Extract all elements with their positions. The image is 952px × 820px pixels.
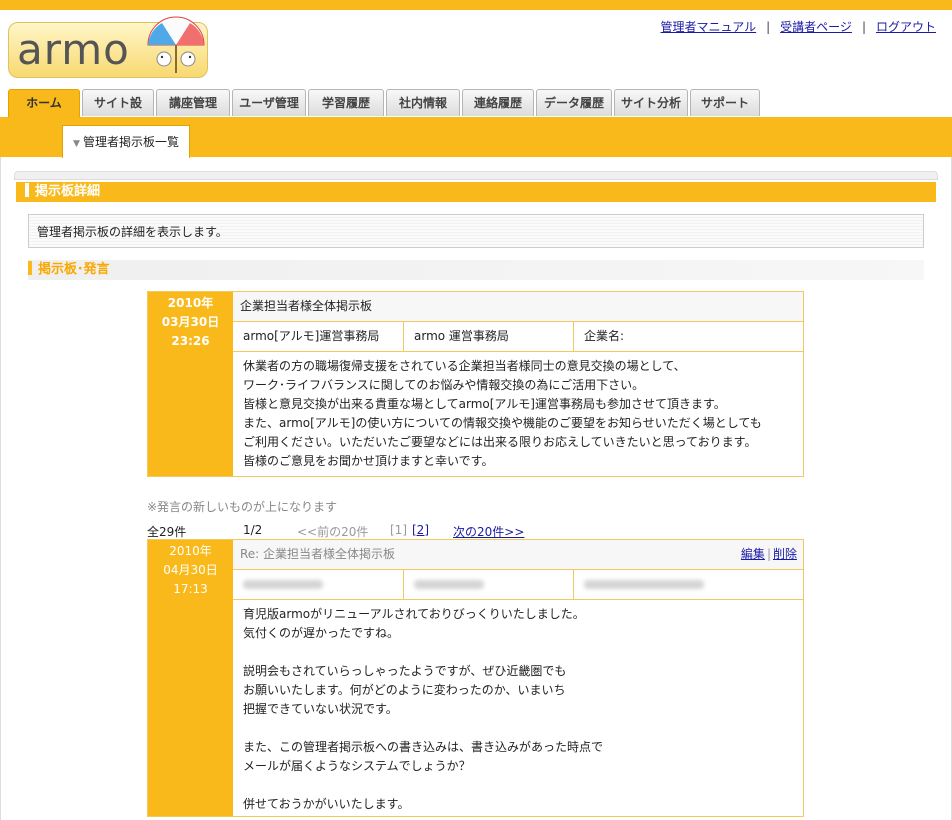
post-date-time: 23:26: [171, 334, 210, 348]
tab-support[interactable]: サポート: [690, 89, 760, 116]
tab-company-info[interactable]: 社内情報: [386, 89, 460, 116]
post-date-year: 2010年: [167, 296, 214, 310]
triangle-down-icon: ▼: [73, 139, 80, 149]
reply-date: 2010年 04月30日 17:13: [148, 540, 233, 816]
reply-body-line: メールが届くようなシステムでしょうか？: [243, 759, 471, 773]
link-separator: |: [861, 20, 866, 34]
reply-body: 育児版armoがリニューアルされておりびっくりいたしました。 気付くのが遅かった…: [233, 600, 803, 820]
tab-course-management[interactable]: 講座管理: [156, 89, 230, 116]
reply-title-row: Re: 企業担当者様全体掲示板 編集 | 削除: [233, 540, 803, 570]
page-1: [1]: [390, 523, 407, 537]
reply-body-line: また、この管理者掲示板への書き込みは、書き込みがあった時点で: [243, 740, 604, 754]
post-body-line: 皆様のご意見をお聞かせ頂けますと幸いです。: [243, 454, 494, 468]
admin-manual-link[interactable]: 管理者マニュアル: [660, 20, 756, 34]
post-author: armo[アルモ]運営事務局: [233, 322, 404, 351]
reply-body-line: [243, 719, 793, 738]
link-separator: |: [766, 20, 771, 34]
sub-section-header: 掲示板･発言: [28, 260, 924, 280]
section-title: 掲示板詳細: [35, 184, 101, 199]
heading-mark: [25, 183, 29, 197]
reply-title: Re: 企業担当者様全体掲示板: [240, 547, 396, 561]
post-body-line: ワーク･ライフバランスに関してのお悩みや情報交換の為にご活用下さい。: [243, 378, 645, 392]
tab-learning-history[interactable]: 学習履歴: [308, 89, 384, 116]
tab-site-settings[interactable]: サイト設定: [82, 89, 154, 136]
reply-body-line: 説明会もされていらっしゃったようですが、ぜひ近畿圏でも: [243, 664, 567, 678]
page-indicator: 1/2: [243, 523, 263, 537]
reply-name-redacted: [404, 570, 574, 599]
content-top-stripe: [14, 171, 938, 180]
post-body-line: ご利用ください。いただいたご要望などには出来る限りお応えしていきたいと思っており…: [243, 435, 757, 449]
reply-body-line: 併せておうかがいいたします。: [243, 797, 410, 811]
main-nav-tabs: ホーム サイト設定 講座管理 ユーザ管理 学習履歴 社内情報 連絡履歴 データ履…: [8, 89, 762, 136]
logo-text: armo: [17, 25, 130, 74]
sort-note: ※発言の新しいものが上になります: [147, 500, 338, 514]
subtab-label: 管理者掲示板一覧: [82, 135, 179, 149]
post-name: armo 運営事務局: [404, 322, 574, 351]
reply-body-line: [243, 643, 793, 662]
delete-link[interactable]: 削除: [773, 547, 797, 561]
post-body-line: 休業者の方の職場復帰支援をされている企業担当者様同士の意見交換の場として、: [243, 359, 686, 373]
reply-date-time: 17:13: [173, 582, 208, 596]
board-post: 2010年 03月30日 23:26 企業担当者様全体掲示板 armo[アルモ]…: [147, 291, 804, 477]
reply-body-line: 把握できていない状況です。: [243, 702, 398, 716]
post-company: 企業名:: [584, 329, 625, 343]
reply-meta-row: [233, 570, 803, 600]
beach-umbrella-icon: [147, 16, 205, 73]
section-header: 掲示板詳細: [16, 182, 936, 202]
post-body-line: また、armo[アルモ]の使い方についての情報交換や機能のご要望をお知らせいただ…: [243, 416, 762, 430]
total-count: 全29件: [147, 525, 187, 539]
reply-body-line: 育児版armoがリニューアルされておりびっくりいたしました。: [243, 607, 585, 621]
reply-body-line: [243, 776, 793, 795]
sub-section-title: 掲示板･発言: [38, 262, 110, 277]
header-links: 管理者マニュアル | 受講者ページ | ログアウト: [660, 18, 936, 35]
post-body-line: 皆様と意見交換が出来る貴重な場としてarmo[アルモ]運営事務局も参加させて頂き…: [243, 397, 726, 411]
reply-body-line: 気付くのが遅かったですね。: [243, 626, 400, 640]
reply-body-line: お願いいたします。何がどのように変わったのか、いまいち: [243, 683, 566, 697]
heading-mark: [28, 261, 32, 275]
post-date: 2010年 03月30日 23:26: [148, 292, 233, 476]
tab-contact-history[interactable]: 連絡履歴: [462, 89, 534, 116]
post-title: 企業担当者様全体掲示板: [233, 292, 803, 322]
reply-post: 2010年 04月30日 17:13 Re: 企業担当者様全体掲示板 編集 | 削除…: [147, 539, 804, 817]
reply-company-redacted: [574, 570, 803, 599]
post-meta-row: armo[アルモ]運営事務局 armo 運営事務局 企業名:: [233, 322, 803, 352]
reply-actions: 編集 | 削除: [741, 540, 797, 569]
logout-link[interactable]: ログアウト: [876, 20, 936, 34]
section-description: 管理者掲示板の詳細を表示します。: [28, 214, 924, 248]
post-date-month-day: 03月30日: [161, 315, 220, 329]
next-page-link[interactable]: 次の20件>>: [453, 525, 524, 539]
subtab-admin-board-list[interactable]: ▼ 管理者掲示板一覧: [62, 125, 190, 158]
top-accent-bar: [0, 0, 952, 10]
tab-site-analytics[interactable]: サイト分析: [614, 89, 688, 116]
reply-date-month-day: 04月30日: [163, 563, 218, 577]
reply-author-redacted: [233, 570, 404, 599]
action-separator: |: [766, 547, 771, 561]
page-2-link[interactable]: [2]: [412, 523, 429, 537]
tab-home[interactable]: ホーム: [8, 89, 80, 118]
edit-link[interactable]: 編集: [741, 547, 765, 561]
reply-date-year: 2010年: [169, 544, 212, 558]
post-body: 休業者の方の職場復帰支援をされている企業担当者様同士の意見交換の場として、 ワー…: [233, 352, 803, 477]
tab-user-management[interactable]: ユーザ管理: [232, 89, 306, 116]
prev-page-link: <<前の20件: [297, 525, 369, 539]
tab-data-history[interactable]: データ履歴: [536, 89, 612, 116]
student-page-link[interactable]: 受講者ページ: [780, 20, 852, 34]
armo-logo[interactable]: armo: [8, 16, 208, 78]
